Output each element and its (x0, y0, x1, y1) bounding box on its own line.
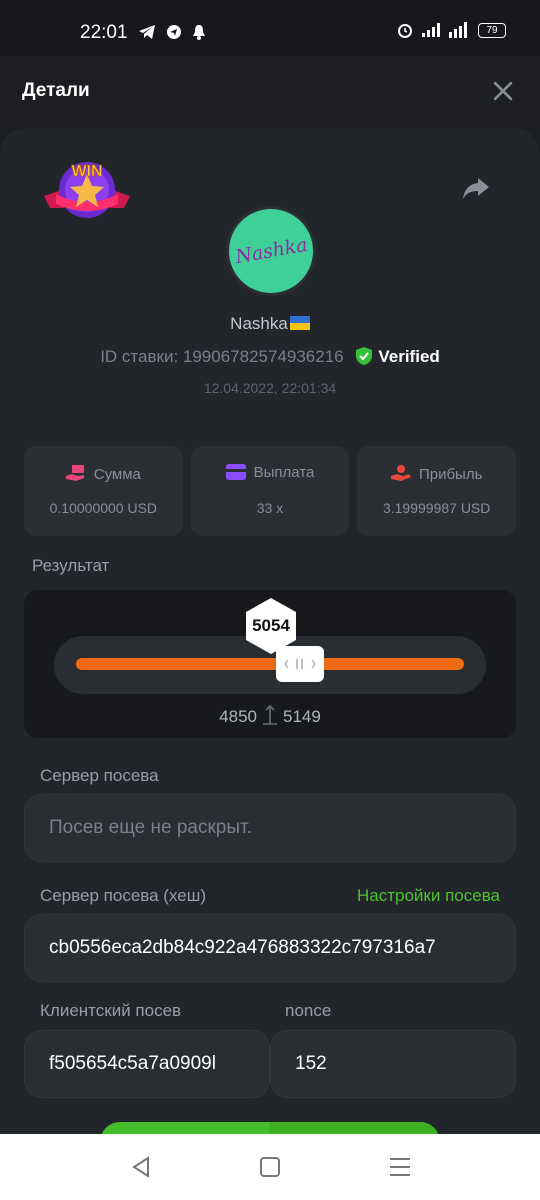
back-icon[interactable] (130, 1156, 154, 1178)
seed-settings-link[interactable]: Настройки посева (357, 886, 500, 906)
username: Nashka (230, 314, 288, 333)
range-high: 5149 (283, 707, 321, 726)
stat-payout: Выплата 33 x (190, 446, 350, 536)
menu-icon[interactable] (388, 1156, 412, 1178)
client-seed-label: Клиентский посев (40, 1001, 182, 1020)
wallet-icon (225, 464, 246, 480)
telegram-icon (139, 25, 155, 39)
server-seed-label: Сервер посева (40, 766, 159, 785)
result-panel: 5054 4850 5149 (24, 590, 516, 738)
bet-date: 12.04.2022, 22:01:34 (203, 380, 337, 396)
nonce-field[interactable]: 152 (270, 1030, 516, 1098)
stat-profit: Прибыль 3.19999987 USD (357, 446, 517, 536)
signal-icon (422, 23, 440, 37)
navigation-icon (167, 25, 181, 39)
battery-icon: 79 (478, 22, 506, 38)
status-bar: 22:01 79 (0, 0, 540, 56)
bet-id-line: ID ставки: 19906782574936216 Verified (0, 347, 540, 367)
details-card: WIN Nashka Nashka ID ставки: 19906782574… (0, 128, 540, 1162)
win-badge: WIN (44, 162, 130, 218)
system-nav-bar (0, 1134, 540, 1200)
bell-icon (193, 25, 205, 40)
grip-icon (284, 659, 316, 669)
result-slider-handle[interactable] (276, 646, 324, 682)
money-hand-icon (65, 465, 84, 481)
server-seed-hash-value: cb0556eca2db84c922a476883322c797316a7 (49, 937, 436, 958)
page-title: Детали (22, 80, 90, 101)
status-left-icons (138, 24, 206, 40)
win-badge-label: WIN (71, 163, 102, 180)
stat-label: Выплата (253, 464, 315, 481)
result-label: Результат (32, 556, 110, 575)
username-line: Nashka (0, 314, 540, 334)
server-seed-hash-field[interactable]: cb0556eca2db84c922a476883322c797316a7 (24, 914, 516, 982)
range-low: 4850 (219, 707, 257, 726)
stat-value: 3.19999987 USD (382, 500, 491, 516)
signal-icon (449, 22, 467, 38)
result-range: 4850 5149 (24, 704, 516, 727)
profit-hand-icon (390, 465, 411, 481)
nonce-value: 152 (295, 1053, 327, 1074)
details-header: Детали (0, 56, 540, 128)
stat-amount: Сумма 0.10000000 USD (24, 446, 183, 536)
server-seed-field[interactable]: Посев еще не раскрыт. (24, 794, 516, 862)
stats-row: Сумма 0.10000000 USD Выплата 33 x Прибыл… (24, 446, 517, 536)
stat-value: 33 x (256, 500, 284, 516)
avatar-text: Nashka (233, 233, 309, 269)
result-roll: 5054 (252, 616, 290, 635)
avatar: Nashka (226, 206, 316, 296)
alarm-icon (398, 24, 412, 38)
close-icon[interactable] (492, 80, 514, 102)
status-time: 22:01 (80, 22, 128, 43)
status-right-icons: 79 (397, 22, 506, 38)
stat-label: Сумма (93, 466, 141, 483)
server-seed-value: Посев еще не раскрыт. (49, 817, 252, 838)
details-card-body: WIN Nashka Nashka ID ставки: 19906782574… (0, 128, 540, 1162)
verified-label: Verified (378, 347, 440, 366)
share-icon[interactable] (462, 176, 490, 200)
range-arrow-icon (263, 704, 277, 725)
shield-check-icon (356, 347, 373, 365)
client-seed-field[interactable]: f505654c5a7a0909l (24, 1030, 270, 1098)
home-icon[interactable] (258, 1156, 282, 1178)
nonce-label: nonce (285, 1001, 332, 1020)
bet-id: ID ставки: 19906782574936216 (100, 347, 344, 366)
ukraine-flag-icon (289, 316, 310, 330)
result-track-fill (76, 658, 464, 670)
server-seed-hash-label: Сервер посева (хеш) (40, 886, 207, 905)
client-seed-value: f505654c5a7a0909l (49, 1053, 216, 1074)
stat-label: Прибыль (418, 466, 483, 483)
stat-value: 0.10000000 USD (49, 500, 158, 516)
